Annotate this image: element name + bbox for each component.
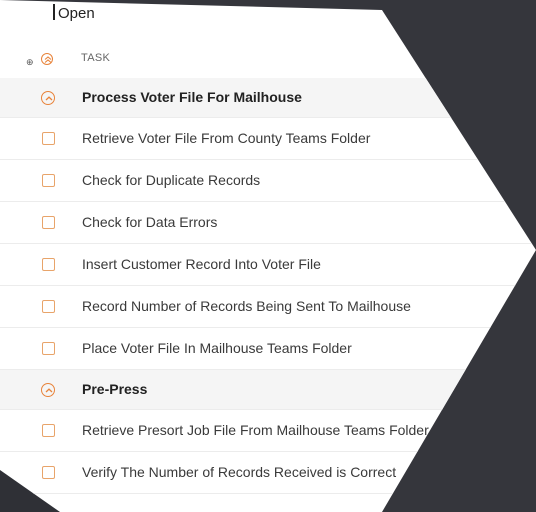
task-label: Verify The Number of Records Received is… bbox=[82, 464, 397, 480]
task-checkbox[interactable] bbox=[42, 466, 55, 479]
task-group-label: Pre-Press bbox=[82, 381, 148, 397]
chevron-up-icon[interactable] bbox=[41, 91, 55, 105]
task-row[interactable]: Record Number of Records Being Sent To M… bbox=[0, 286, 536, 328]
task-checkbox[interactable] bbox=[42, 216, 55, 229]
task-label: Retrieve Voter File From County Teams Fo… bbox=[82, 130, 371, 146]
task-label: Check for Data Errors bbox=[82, 214, 218, 230]
task-checkbox[interactable] bbox=[42, 258, 55, 271]
task-checkbox[interactable] bbox=[42, 424, 55, 437]
task-checkbox[interactable] bbox=[42, 300, 55, 313]
task-row[interactable]: Check for Duplicate Records bbox=[0, 160, 536, 202]
task-row[interactable]: Place Voter File In Mailhouse Teams Fold… bbox=[0, 328, 536, 370]
task-checkbox[interactable] bbox=[42, 342, 55, 355]
section-title: Open bbox=[0, 2, 95, 26]
section-title-text: Open bbox=[58, 5, 95, 22]
collapse-all-icon[interactable] bbox=[41, 53, 53, 65]
task-checkbox[interactable] bbox=[42, 174, 55, 187]
column-header-task[interactable]: TASK bbox=[81, 52, 110, 64]
chevron-up-icon[interactable] bbox=[41, 383, 55, 397]
task-group-label: Process Voter File For Mailhouse bbox=[82, 89, 302, 105]
title-cursor-mark bbox=[53, 4, 55, 20]
task-row[interactable]: Check for Data Errors bbox=[0, 202, 536, 244]
task-label: Retrieve Presort Job File From Mailhouse… bbox=[82, 422, 429, 438]
task-label: Place Voter File In Mailhouse Teams Fold… bbox=[82, 340, 352, 356]
task-checkbox[interactable] bbox=[42, 132, 55, 145]
task-label: Check for Duplicate Records bbox=[82, 172, 261, 188]
drag-handle-icon[interactable]: ⊕ bbox=[26, 57, 34, 68]
task-row[interactable]: Insert Customer Record Into Voter File bbox=[0, 244, 536, 286]
task-label: Insert Customer Record Into Voter File bbox=[82, 256, 321, 272]
task-label: Record Number of Records Being Sent To M… bbox=[82, 298, 411, 314]
